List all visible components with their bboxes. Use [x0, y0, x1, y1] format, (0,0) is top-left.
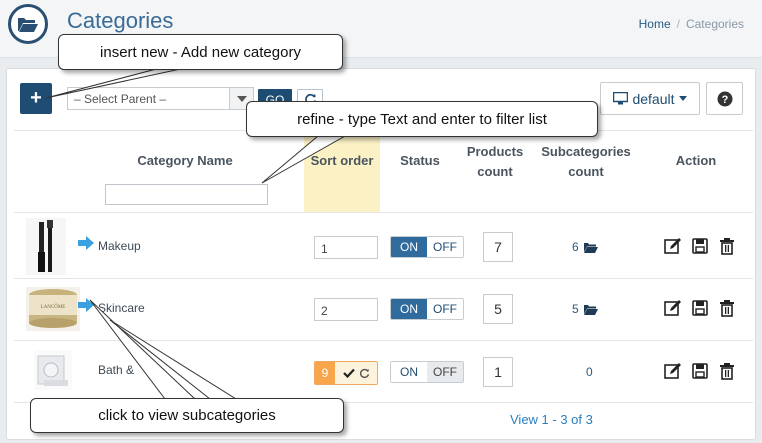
callout-subcategories: click to view subcategories	[30, 398, 344, 433]
callout-insert-new: insert new - Add new category	[58, 34, 343, 70]
callout-refine: refine - type Text and enter to filter l…	[246, 101, 598, 137]
